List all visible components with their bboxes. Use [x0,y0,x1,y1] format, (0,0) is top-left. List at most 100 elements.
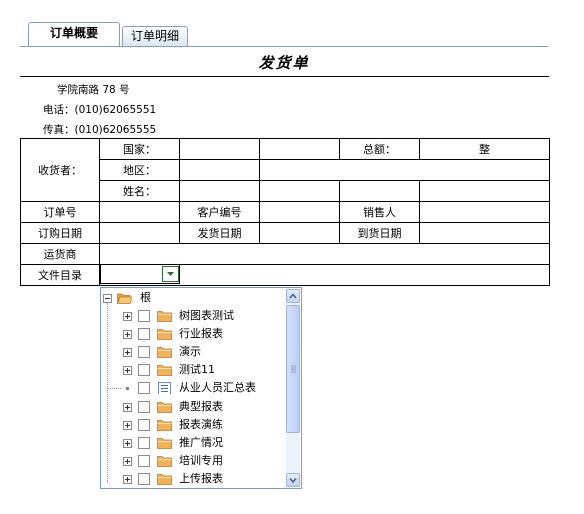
tree-checkbox[interactable] [138,310,150,322]
address-text: 学院南路 78 号 [57,84,130,96]
expand-icon[interactable] [123,420,132,430]
ship-date-value[interactable] [259,222,340,244]
tree-checkbox[interactable] [138,364,150,377]
shipper-value[interactable] [99,243,550,265]
leaf-dot-icon [125,387,130,391]
scroll-up-button[interactable] [286,289,300,303]
tree-checkbox[interactable] [138,328,150,341]
tree-root-label: 根 [140,291,151,304]
chevron-down-icon [289,477,297,484]
folder-icon [157,419,172,431]
salesperson-value[interactable] [419,201,550,223]
tab-bar: 订单概要 订单明细 [20,22,548,47]
scroll-thumb[interactable] [286,305,300,433]
tab-order-summary[interactable]: 订单概要 [28,22,120,46]
folder-icon [157,365,172,377]
expand-icon[interactable] [123,348,132,358]
tree-item[interactable]: 推广情况 [103,434,283,452]
folder-icon [157,311,172,322]
shipper-label: 运货商 [20,243,100,265]
tree-item[interactable]: 报表演练 [103,416,283,434]
tree-item-label: 培训专用 [179,453,223,467]
order-no-label: 订单号 [20,201,100,223]
expand-icon[interactable] [123,402,132,412]
expand-icon[interactable] [123,330,132,340]
salesperson-label: 销售人 [339,201,420,223]
tree-item[interactable]: 典型报表 [103,398,283,416]
tree-scrollbar[interactable] [286,289,300,487]
tree-checkbox[interactable] [138,454,150,467]
folder-icon [157,401,172,413]
order-no-value[interactable] [99,201,180,223]
file-dir-label: 文件目录 [20,264,100,286]
expand-icon[interactable] [123,438,132,448]
customer-no-label: 客户编号 [179,201,260,223]
file-dir-tree-dropdown[interactable]: 根 树图表测试行业报表演示测试11 从业人员汇总表典型报表报表演练推广情况培训专用… [100,287,302,489]
tree-checkbox[interactable] [138,418,150,431]
tree-item[interactable]: 测试11 [103,361,283,379]
tree-item-label: 演示 [179,345,201,359]
name-extra-1 [259,180,340,202]
phone-label: 电话： [43,104,75,116]
arrive-date-value[interactable] [419,222,550,244]
tree-checkbox[interactable] [138,436,150,449]
country-label: 国家： [99,138,180,160]
expand-icon[interactable] [123,474,132,484]
consignee-label: 收货者： [20,138,100,202]
chevron-down-icon [167,272,174,276]
folder-icon [157,329,172,340]
folder-icon [157,347,172,359]
tree-item-label: 报表演练 [179,417,223,431]
title-divider [20,76,549,77]
order-date-label: 订购日期 [20,222,100,244]
expand-icon[interactable] [123,366,132,376]
chevron-up-icon [289,293,297,299]
file-dir-combo[interactable] [100,264,180,284]
expand-icon[interactable] [123,312,132,321]
collapse-icon[interactable] [103,294,112,303]
tree-item[interactable]: 上传报表 [103,470,283,488]
tree-item[interactable]: 演示 [103,343,283,361]
country-value[interactable] [179,138,260,160]
folder-icon [157,473,172,485]
tree-checkbox[interactable] [138,472,150,485]
name-extra-3 [419,180,550,202]
total-value: 整 [419,138,550,160]
fax-row: 传真：(010)62065555 [43,122,156,137]
order-date-value[interactable] [99,222,180,244]
fax-label: 传真： [43,124,75,136]
scroll-down-button[interactable] [286,473,300,487]
region-label: 地区： [99,159,180,181]
tree-item-label: 测试11 [179,363,215,377]
tree-root[interactable]: 根 [103,289,283,307]
tree-item[interactable]: 行业报表 [103,325,283,343]
tree-checkbox[interactable] [138,346,150,359]
phone-value: (010)62065551 [74,104,157,116]
tree-item-label: 典型报表 [179,399,223,413]
arrive-date-label: 到货日期 [339,222,420,244]
tab-order-detail[interactable]: 订单明细 [122,26,188,46]
tree-item-label: 推广情况 [179,435,223,449]
customer-no-value[interactable] [259,201,340,223]
name-value[interactable] [179,180,260,202]
name-extra-2 [339,180,420,202]
tree-item-label: 行业报表 [179,327,223,341]
tree-connector [107,388,121,390]
folder-open-icon [117,293,132,304]
ship-date-label: 发货日期 [179,222,260,244]
phone-row: 电话：(010)62065551 [43,102,156,117]
dropdown-button[interactable] [162,266,179,282]
tree-checkbox[interactable] [138,400,150,413]
region-value[interactable] [179,159,260,181]
grip-icon [291,365,296,373]
fax-value: (010)62065555 [74,124,157,136]
tree-item[interactable]: 从业人员汇总表 [103,379,283,397]
name-label: 姓名： [99,180,180,202]
total-label: 总额： [339,138,420,160]
page-title: 发货单 [258,54,310,72]
tree-item[interactable]: 树图表测试 [103,307,283,325]
tree-item[interactable]: 培训专用 [103,452,283,470]
tree-checkbox[interactable] [138,382,150,395]
expand-icon[interactable] [123,456,132,466]
tree-item-label: 上传报表 [179,471,223,485]
